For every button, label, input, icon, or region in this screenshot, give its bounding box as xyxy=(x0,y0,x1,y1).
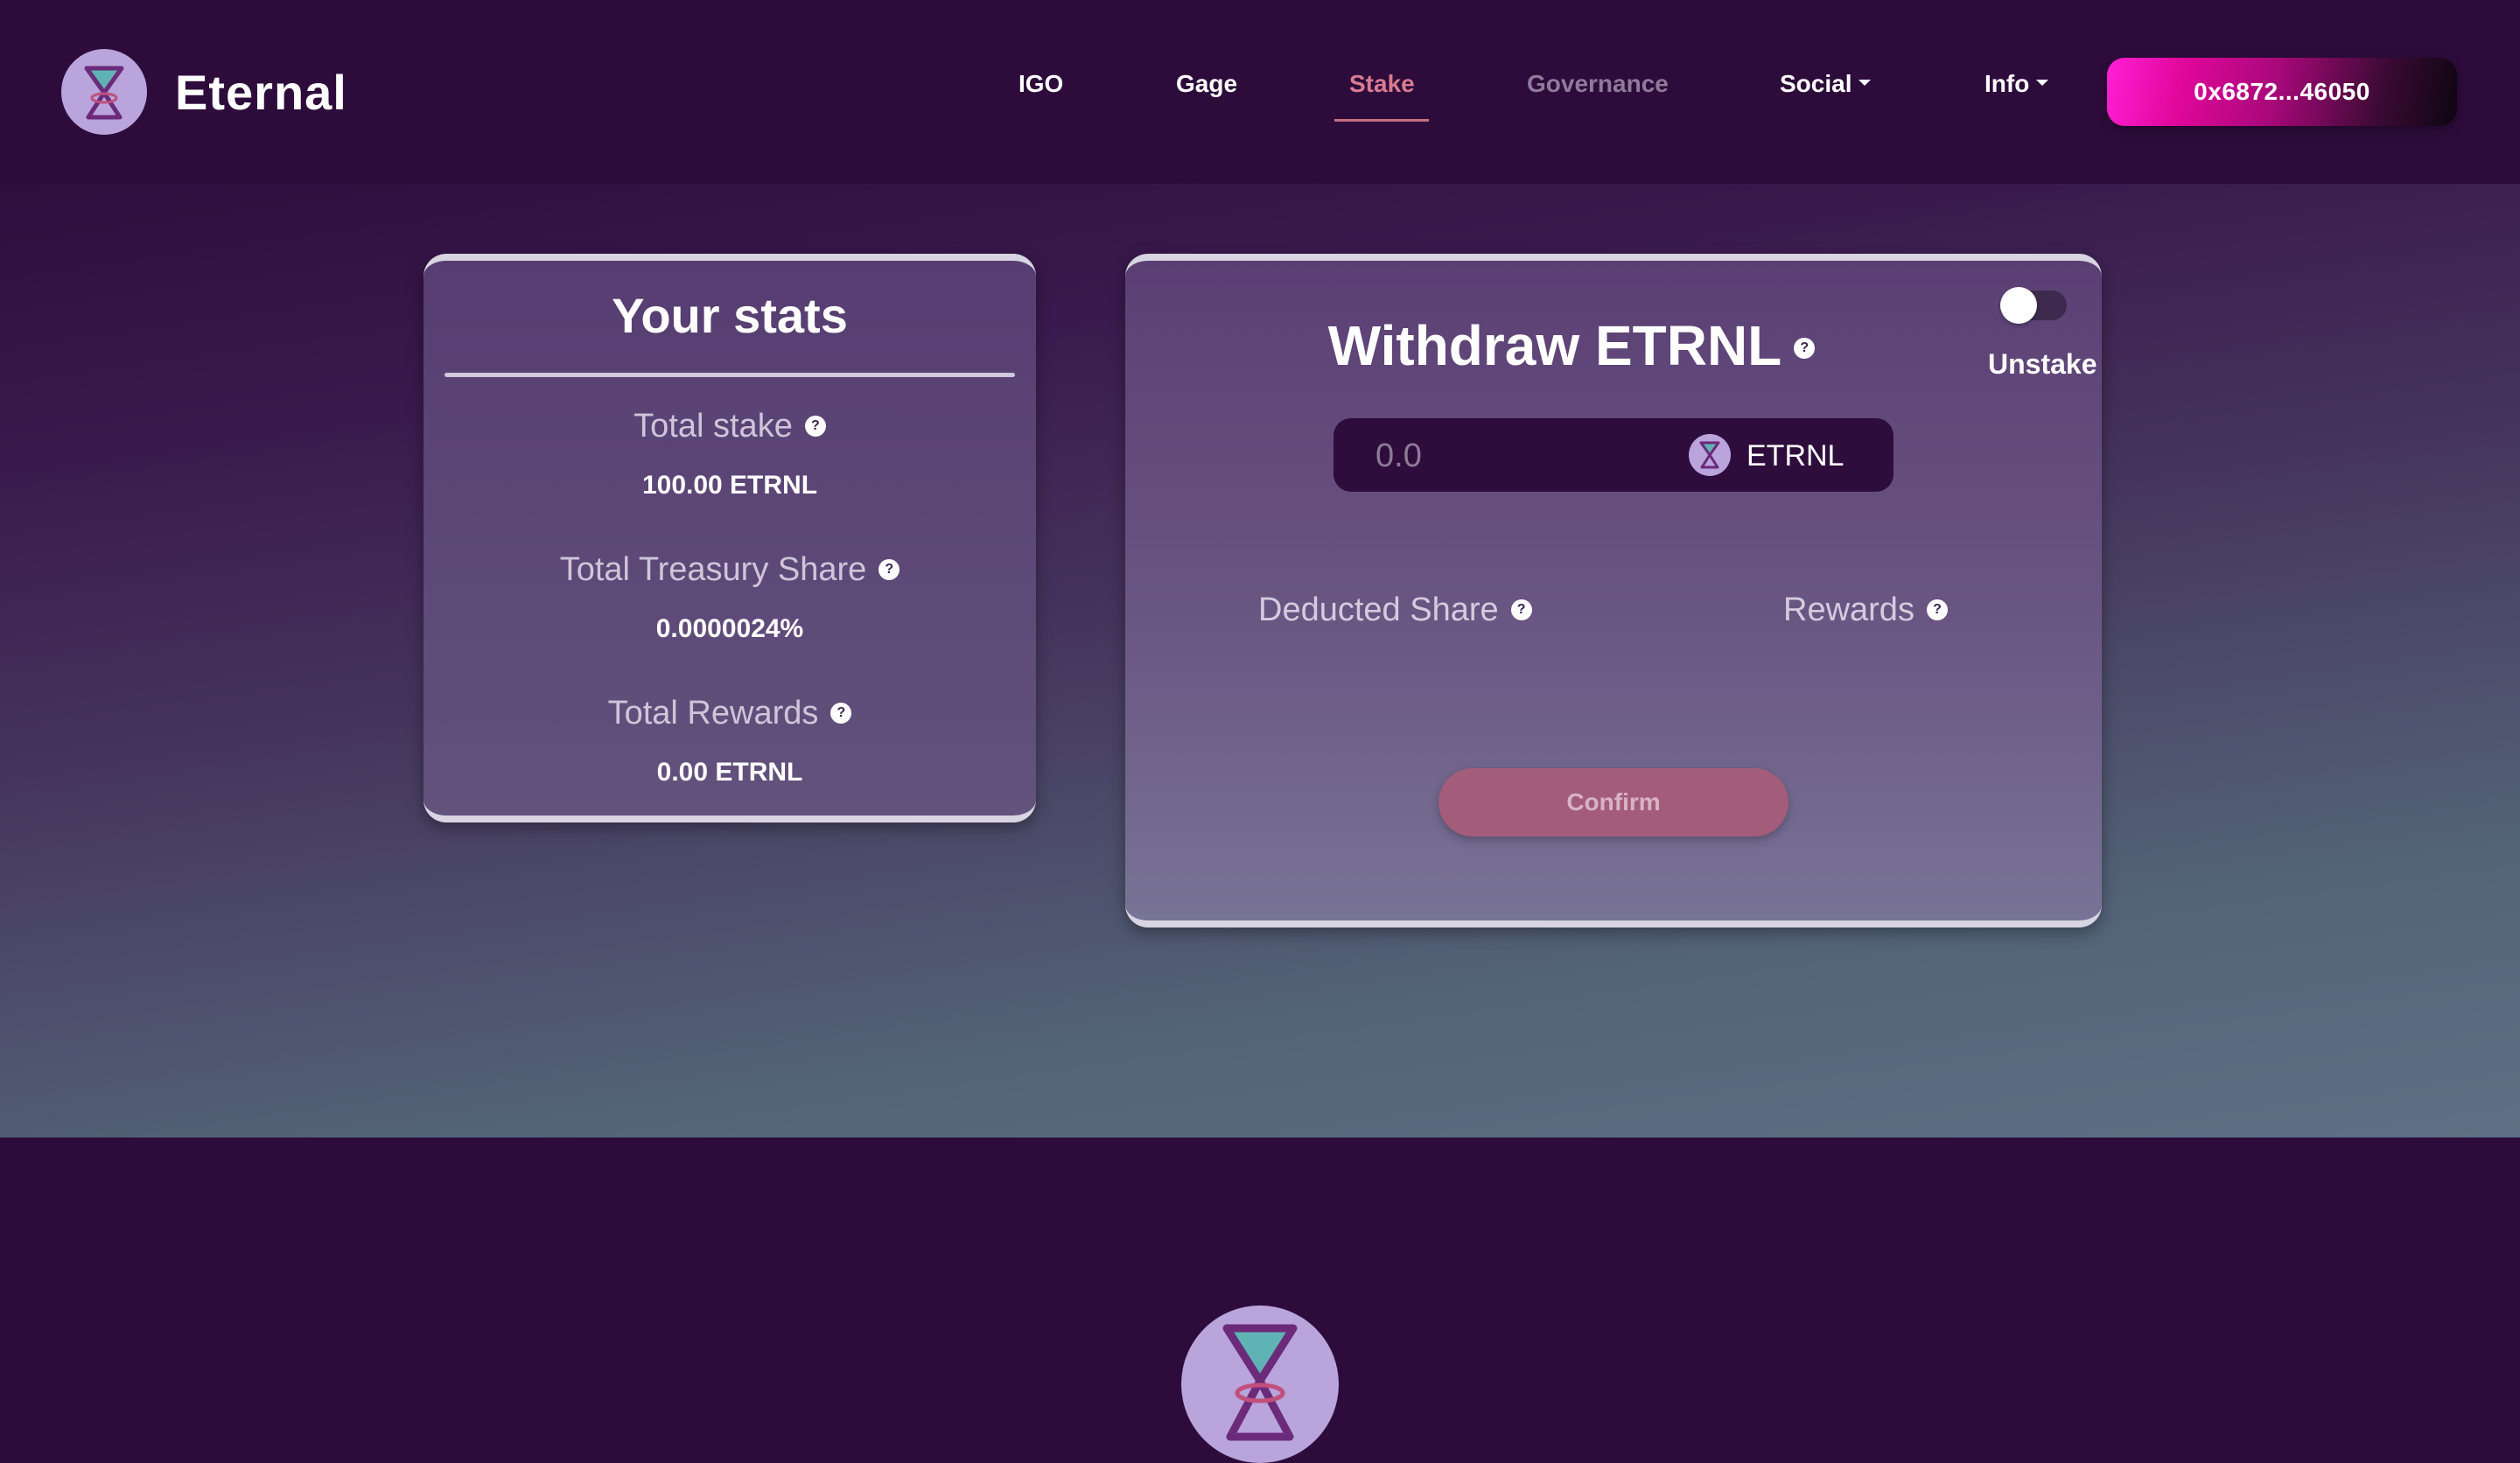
help-icon[interactable]: ? xyxy=(804,415,826,437)
unstake-toggle-label: Unstake xyxy=(1988,348,2097,380)
toggle-knob xyxy=(2000,287,2037,324)
help-icon[interactable]: ? xyxy=(1926,598,1948,620)
chevron-down-icon xyxy=(1858,80,1872,87)
help-icon[interactable]: ? xyxy=(878,558,900,580)
nav-gage[interactable]: Gage xyxy=(1176,70,1237,98)
nav-active-indicator xyxy=(1334,119,1429,122)
nav-info-label: Info xyxy=(1984,70,2030,97)
footer xyxy=(0,1138,2520,1463)
total-rewards-label: Total Rewards? xyxy=(424,695,1036,732)
nav-social-label: Social xyxy=(1780,70,1852,97)
withdraw-card: Withdraw ETRNL? Unstake ETRNL Deducted S… xyxy=(1125,254,2102,928)
deducted-share-label: Deducted Share? xyxy=(1258,592,1532,629)
etrnl-token-icon xyxy=(1689,434,1731,476)
deducted-share-label-text: Deducted Share xyxy=(1258,592,1499,628)
withdraw-amount-input[interactable] xyxy=(1374,418,1657,494)
brand-name: Eternal xyxy=(175,64,347,120)
nav-info-dropdown[interactable]: Info xyxy=(1984,70,2049,98)
help-icon[interactable]: ? xyxy=(1794,338,1816,360)
total-rewards-value: 0.00 ETRNL xyxy=(656,758,803,787)
total-treasury-share-label: Total Treasury Share? xyxy=(424,551,1036,589)
divider xyxy=(444,373,1015,377)
stats-card-title: Your stats xyxy=(612,288,848,343)
chevron-down-icon xyxy=(2036,80,2049,87)
total-treasury-share-value: 0.0000024% xyxy=(655,614,804,643)
total-treasury-share-label-text: Total Treasury Share xyxy=(559,551,867,588)
nav-igo[interactable]: IGO xyxy=(1018,70,1063,98)
withdraw-amount-field: ETRNL xyxy=(1334,418,1894,494)
confirm-button-label: Confirm xyxy=(1566,788,1661,816)
total-stake-label: Total stake? xyxy=(424,408,1036,445)
total-stake-value: 100.00 ETRNL xyxy=(641,471,818,500)
nav-social-dropdown[interactable]: Social xyxy=(1780,70,1872,98)
token-symbol: ETRNL xyxy=(1746,439,1844,472)
hourglass-logo-icon[interactable] xyxy=(1181,1306,1339,1463)
wallet-address: 0x6872...46050 xyxy=(2194,78,2370,105)
rewards-label-text: Rewards xyxy=(1783,592,1914,628)
stats-card: Your stats Total stake? 100.00 ETRNL Tot… xyxy=(424,254,1036,822)
rewards-label: Rewards? xyxy=(1783,592,1948,629)
total-stake-label-text: Total stake xyxy=(634,408,793,444)
unstake-toggle[interactable] xyxy=(2000,287,2067,324)
help-icon[interactable]: ? xyxy=(1510,598,1532,620)
brand-logo-link[interactable]: Eternal xyxy=(61,49,347,135)
nav-stake[interactable]: Stake xyxy=(1349,70,1415,98)
wallet-address-button[interactable]: 0x6872...46050 xyxy=(2107,58,2457,126)
nav-governance[interactable]: Governance xyxy=(1527,70,1669,98)
hourglass-logo-icon xyxy=(61,49,147,135)
help-icon[interactable]: ? xyxy=(830,702,852,724)
staking-section: Your stats Total stake? 100.00 ETRNL Tot… xyxy=(0,184,2520,1138)
total-rewards-label-text: Total Rewards xyxy=(607,695,819,732)
confirm-button[interactable]: Confirm xyxy=(1438,768,1788,836)
withdraw-title-text: Withdraw ETRNL xyxy=(1327,314,1782,377)
withdraw-card-title: Withdraw ETRNL? xyxy=(1125,313,2018,378)
top-navbar: Eternal IGO Gage Stake Governance Social… xyxy=(0,0,2520,184)
